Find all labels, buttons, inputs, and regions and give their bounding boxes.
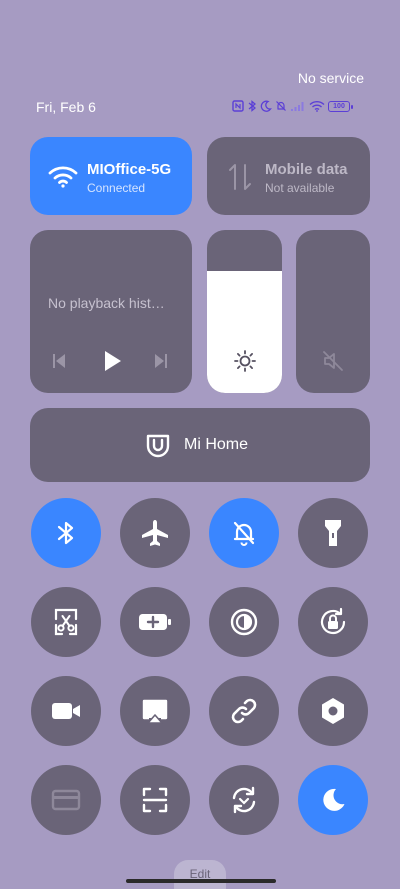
settings-nut-icon bbox=[322, 698, 344, 724]
cast-icon bbox=[142, 699, 168, 724]
rotation-lock-toggle[interactable] bbox=[298, 587, 368, 657]
mi-home-label: Mi Home bbox=[184, 436, 249, 453]
mobile-data-title: Mobile data bbox=[265, 161, 348, 178]
battery-saver-toggle[interactable] bbox=[120, 587, 190, 657]
media-status-text: No playback hist… bbox=[48, 295, 165, 311]
wifi-icon bbox=[48, 166, 78, 188]
wifi-status-icon bbox=[309, 100, 325, 112]
bluetooth-icon bbox=[57, 521, 74, 545]
nfc-icon bbox=[232, 100, 244, 112]
moon-status-icon bbox=[260, 100, 272, 112]
brightness-fill bbox=[207, 270, 282, 393]
silent-mode-toggle[interactable] bbox=[209, 498, 279, 568]
carrier-status: No service bbox=[297, 70, 364, 86]
previous-track-icon[interactable] bbox=[52, 353, 66, 369]
airplane-mode-toggle[interactable] bbox=[120, 498, 190, 568]
dark-mode-toggle[interactable] bbox=[298, 765, 368, 835]
date-label: Fri, Feb 6 bbox=[36, 99, 96, 115]
video-toggle[interactable] bbox=[31, 676, 101, 746]
mi-home-icon bbox=[146, 434, 170, 458]
signal-icon bbox=[291, 102, 304, 111]
sync-toggle[interactable] bbox=[209, 765, 279, 835]
home-indicator[interactable] bbox=[126, 879, 276, 883]
card-icon bbox=[51, 789, 81, 811]
screenshot-icon bbox=[54, 608, 78, 636]
mobile-data-status: Not available bbox=[265, 181, 335, 195]
rotation-lock-icon bbox=[320, 607, 346, 635]
volume-slider[interactable] bbox=[296, 230, 370, 393]
scanner-icon bbox=[142, 787, 168, 813]
edit-button[interactable]: Edit bbox=[174, 860, 226, 889]
battery-indicator: 100 bbox=[328, 100, 353, 112]
mobile-data-icon bbox=[229, 164, 251, 190]
wifi-name: MIOffice-5G bbox=[87, 161, 172, 178]
video-icon bbox=[52, 703, 80, 719]
wifi-status: Connected bbox=[87, 181, 146, 195]
airplane-icon bbox=[142, 520, 168, 546]
link-icon bbox=[231, 698, 257, 724]
bluetooth-toggle[interactable] bbox=[31, 498, 101, 568]
scanner-toggle[interactable] bbox=[120, 765, 190, 835]
settings-nut-toggle[interactable] bbox=[298, 676, 368, 746]
dark-mode-icon bbox=[323, 788, 345, 811]
flashlight-toggle[interactable] bbox=[298, 498, 368, 568]
silent-status-icon bbox=[276, 101, 286, 111]
flashlight-icon bbox=[325, 520, 341, 546]
brightness-slider[interactable] bbox=[207, 230, 282, 393]
screenshot-toggle[interactable] bbox=[31, 587, 101, 657]
battery-saver-icon bbox=[139, 614, 171, 630]
media-player-tile[interactable]: No playback hist… bbox=[30, 230, 192, 393]
reading-mode-icon bbox=[230, 608, 258, 636]
silent-icon bbox=[233, 521, 255, 546]
play-icon[interactable] bbox=[102, 350, 122, 372]
mute-icon bbox=[323, 351, 343, 371]
reading-mode-toggle[interactable] bbox=[209, 587, 279, 657]
card-toggle[interactable] bbox=[31, 765, 101, 835]
battery-level: 100 bbox=[333, 102, 345, 110]
wifi-tile[interactable]: MIOffice-5G Connected bbox=[30, 137, 192, 215]
brightness-icon bbox=[234, 350, 256, 372]
status-icons: 100 bbox=[232, 100, 353, 112]
cast-toggle[interactable] bbox=[120, 676, 190, 746]
link-toggle[interactable] bbox=[209, 676, 279, 746]
mi-home-tile[interactable]: Mi Home bbox=[30, 408, 370, 482]
bluetooth-status-icon bbox=[248, 100, 257, 112]
mobile-data-tile[interactable]: Mobile data Not available bbox=[207, 137, 370, 215]
next-track-icon[interactable] bbox=[154, 353, 168, 369]
sync-icon bbox=[232, 786, 256, 814]
